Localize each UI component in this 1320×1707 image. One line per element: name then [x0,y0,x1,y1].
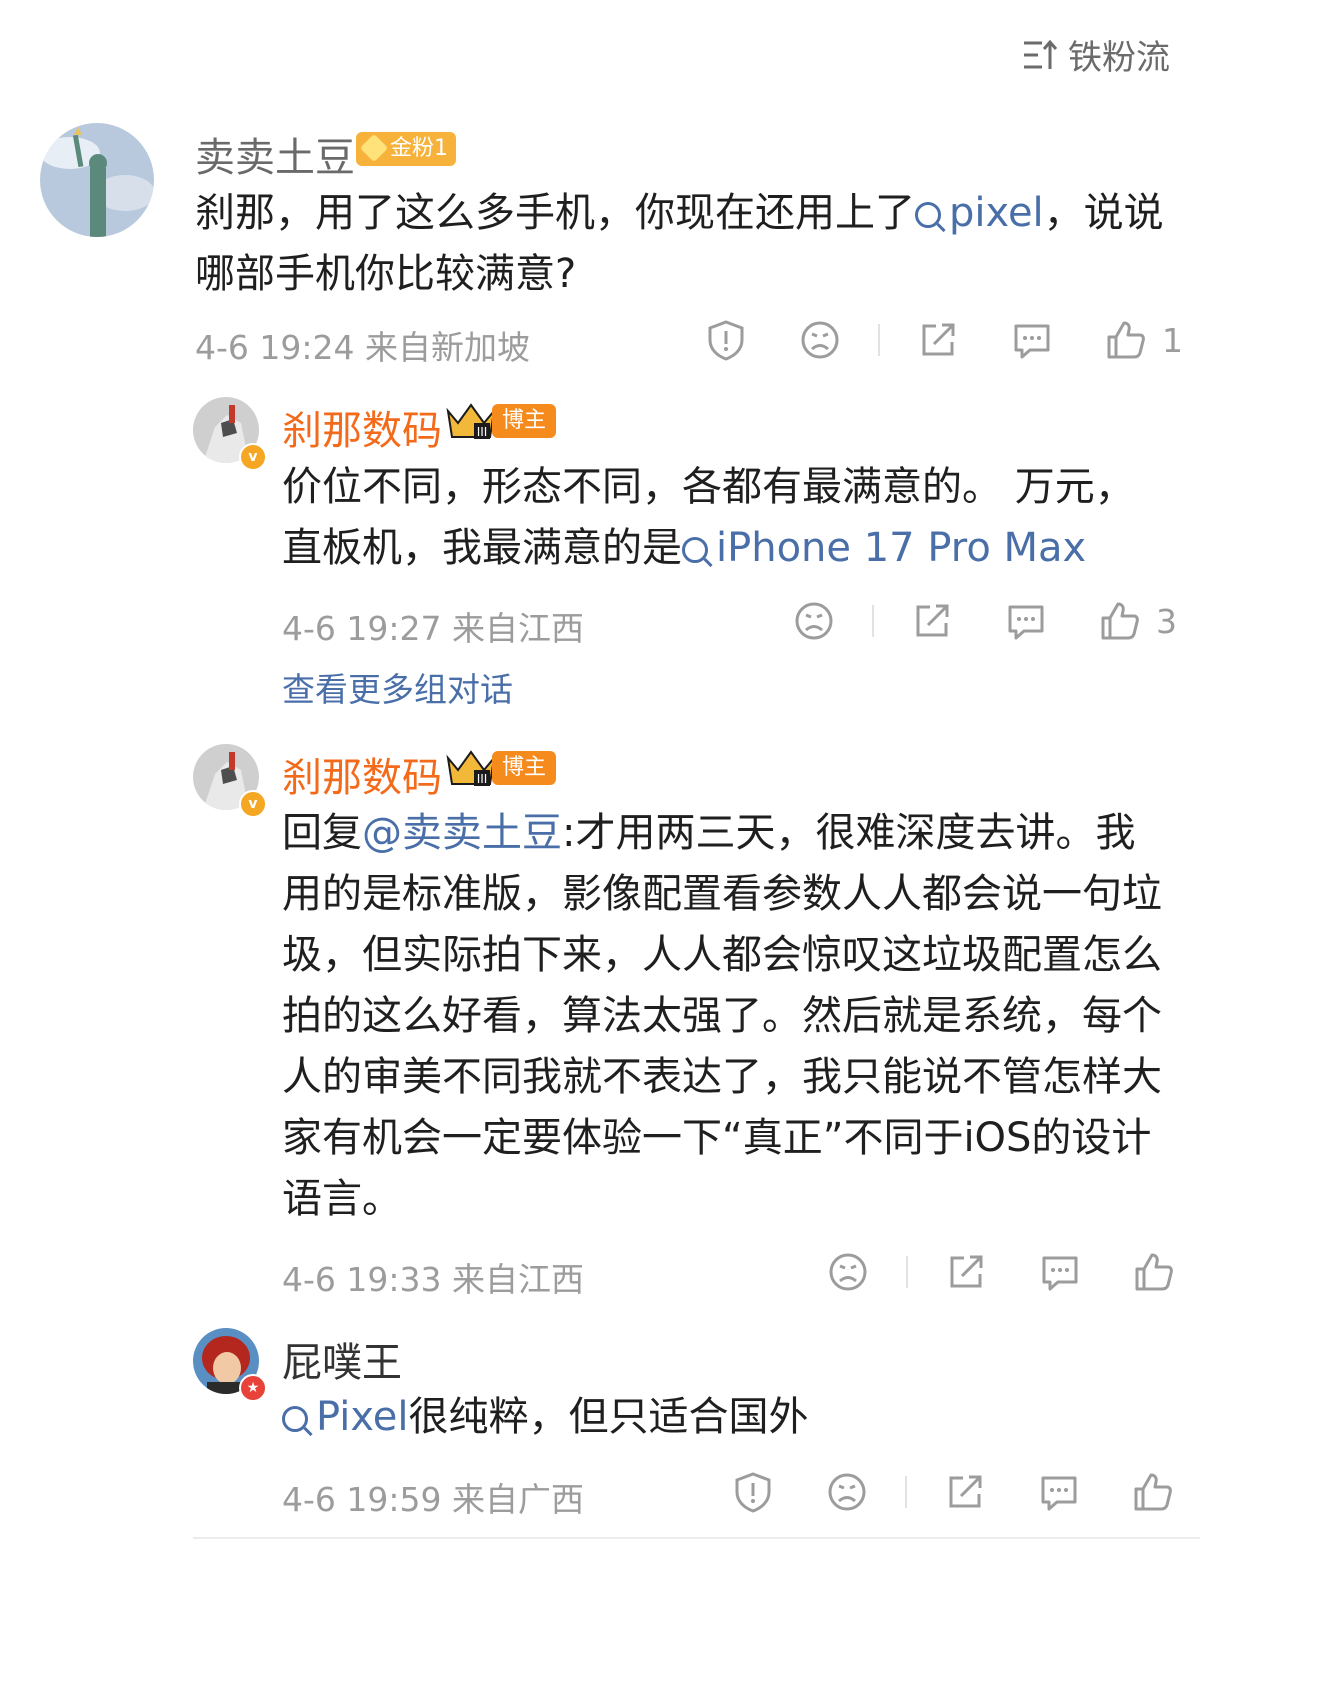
comment-text: 刹那，用了这么多手机，你现在还用上了 pixel，说说哪部手机你比较满意? [195,190,1164,297]
comment-text: Pixel很纯粹，但只适合国外 [282,1387,1172,1448]
report-icon[interactable] [704,318,748,362]
like-icon[interactable] [1132,1250,1176,1294]
divider [878,324,880,356]
like-icon[interactable] [1131,1470,1175,1514]
username[interactable]: 刹那数码 [282,745,442,803]
share-icon[interactable] [910,599,954,643]
action-bar [731,1470,1175,1514]
dislike-face-icon[interactable] [792,599,836,643]
sort-toggle[interactable]: 铁粉流 [1022,30,1170,79]
view-more-conversation-link[interactable]: 查看更多组对话 [282,663,513,711]
svg-text:III: III [477,772,488,786]
comment-text: 回复@卖卖土豆:才用两三天，很难深度去讲。我用的是标准版，影像配置看参数人人都会… [282,810,1162,1222]
crown-icon: III [446,750,496,786]
section-divider [193,1537,1200,1539]
search-icon [915,202,941,228]
action-bar: 1 [704,318,1183,362]
topic-link[interactable]: Pixel [282,1394,409,1440]
username[interactable]: 屁噗王 [282,1330,402,1388]
comment-icon[interactable] [1004,599,1048,643]
verified-icon: v [239,790,267,818]
report-icon[interactable] [731,1470,775,1514]
like-icon[interactable] [1098,599,1142,643]
sort-icon [1024,39,1058,69]
sort-label: 铁粉流 [1068,38,1170,78]
like-icon[interactable] [1104,318,1148,362]
share-icon[interactable] [916,318,960,362]
divider [905,1476,907,1508]
avatar[interactable] [40,123,154,237]
verified-icon: ★ [239,1374,267,1402]
search-icon [282,1406,308,1432]
comment-icon[interactable] [1010,318,1054,362]
topic-link[interactable]: pixel [915,190,1044,236]
fan-level-badge[interactable]: 金粉1 [356,132,456,166]
username[interactable]: 卖卖土豆 [195,125,355,183]
verified-icon: v [239,443,267,471]
divider [872,605,874,637]
dislike-face-icon[interactable] [826,1250,870,1294]
username[interactable]: 刹那数码 [282,398,442,456]
dislike-face-icon[interactable] [798,318,842,362]
comment-meta: 4-6 19:24 来自新加坡 [195,328,530,367]
comment-meta: 4-6 19:59 来自广西 [282,1480,584,1519]
gem-icon [359,133,389,163]
divider [906,1256,908,1288]
crown-icon: III [446,403,496,439]
comment-text: 价位不同，形态不同，各都有最满意的。 万元，直板机，我最满意的是 iPhone 1… [282,464,1135,571]
comment-icon[interactable] [1038,1250,1082,1294]
action-bar: 3 [792,599,1177,643]
like-count: 1 [1162,320,1183,360]
share-icon[interactable] [943,1470,987,1514]
comment-meta: 4-6 19:33 来自江西 [282,1260,584,1299]
mention-link[interactable]: @卖卖土豆 [362,810,562,856]
blogger-badge[interactable]: III 博主 [444,748,557,788]
action-bar [826,1250,1176,1294]
search-icon [682,537,708,563]
comment-meta: 4-6 19:27 来自江西 [282,609,584,648]
topic-link[interactable]: iPhone 17 Pro Max [682,525,1086,571]
dislike-face-icon[interactable] [825,1470,869,1514]
comment-icon[interactable] [1037,1470,1081,1514]
blogger-badge[interactable]: III 博主 [444,401,557,441]
like-count: 3 [1156,601,1177,641]
svg-text:III: III [477,425,488,439]
share-icon[interactable] [944,1250,988,1294]
